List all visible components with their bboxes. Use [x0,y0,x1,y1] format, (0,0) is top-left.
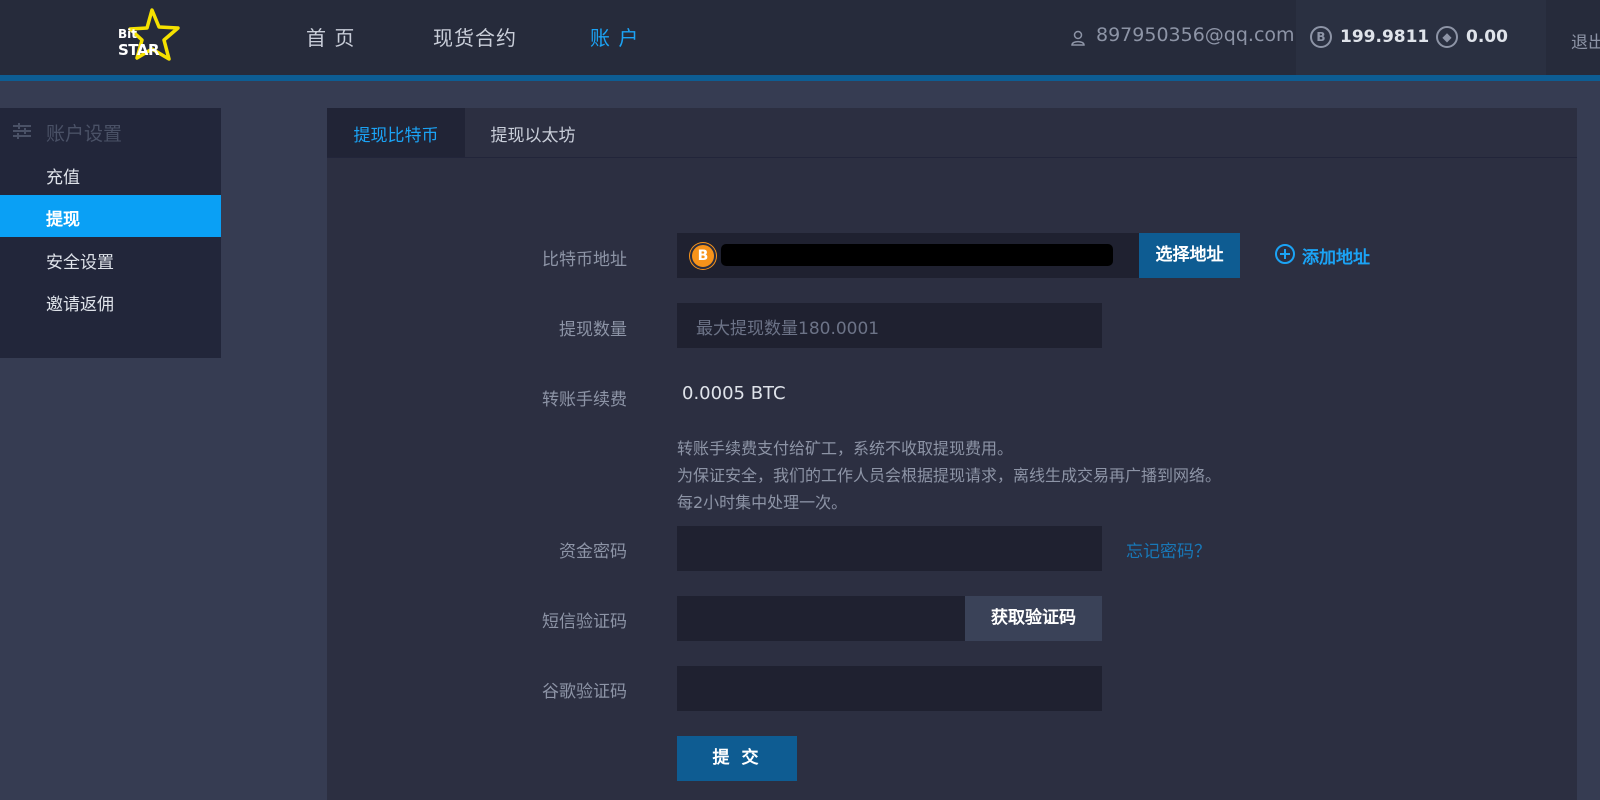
sidebar-item-deposit[interactable]: 充值 [0,153,221,195]
address-label: 比特币地址 [542,250,627,270]
get-code-button[interactable]: 获取验证码 [965,596,1102,641]
add-circle-icon[interactable] [1275,244,1295,264]
settings-sliders-icon [13,123,31,139]
tab-withdraw-eth[interactable]: 提现以太坊 [465,108,601,157]
header-accent-line [0,75,1600,81]
forgot-password-link[interactable]: 忘记密码？ [1126,537,1211,562]
sms-code-label: 短信验证码 [542,612,627,632]
user-icon [1071,30,1085,46]
sidebar-item-withdraw[interactable]: 提现 [0,195,221,237]
sidebar-item-referral[interactable]: 邀请返佣 [0,280,221,322]
submit-button[interactable]: 提 交 [677,736,797,781]
nav-account[interactable]: 账 户 [590,22,639,51]
ethereum-icon: ◆ [1436,26,1458,48]
eth-balance: 0.00 [1466,27,1508,47]
sidebar-item-label: 充值 [46,168,80,188]
fee-value: 0.0005 BTC [682,383,786,404]
sidebar-heading: 账户设置 [46,123,123,145]
sidebar-item-label: 安全设置 [46,253,114,273]
logout-link[interactable]: 退出 [1571,28,1600,53]
select-address-button[interactable]: 选择地址 [1139,233,1240,278]
sidebar-item-security[interactable]: 安全设置 [0,238,221,280]
sidebar-item-label: 提现 [46,210,80,230]
fund-password-label: 资金密码 [559,542,627,562]
sidebar-item-label: 邀请返佣 [46,295,114,315]
btc-balance: 199.9811 [1340,27,1430,47]
google-code-label: 谷歌验证码 [542,682,627,702]
nav-spot-contract[interactable]: 现货合约 [433,22,517,51]
processing-note: 每2小时集中处理一次。 [677,493,848,512]
user-email[interactable]: 897950356@qq.com [1096,24,1295,46]
redacted-address [721,244,1113,266]
add-address-link[interactable]: 添加地址 [1302,243,1370,268]
logo[interactable]: Bit STAR [118,8,184,66]
logo-text-bit: Bit [118,27,137,41]
sms-code-input[interactable] [677,596,965,641]
google-code-input[interactable] [677,666,1102,711]
amount-placeholder: 最大提现数量180.0001 [696,319,880,339]
bitcoin-icon: B [690,243,716,269]
logo-text-star: STAR [118,41,160,59]
amount-label: 提现数量 [559,320,627,340]
fund-password-input[interactable] [677,526,1102,571]
fee-label: 转账手续费 [542,390,627,410]
fee-note: 转账手续费支付给矿工，系统不收取提现费用。 [677,439,1014,458]
nav-home[interactable]: 首 页 [306,22,355,51]
security-note: 为保证安全，我们的工作人员会根据提现请求，离线生成交易再广播到网络。 [677,466,1222,485]
bitcoin-icon: B [1310,26,1332,48]
tab-withdraw-btc[interactable]: 提现比特币 [327,108,465,157]
